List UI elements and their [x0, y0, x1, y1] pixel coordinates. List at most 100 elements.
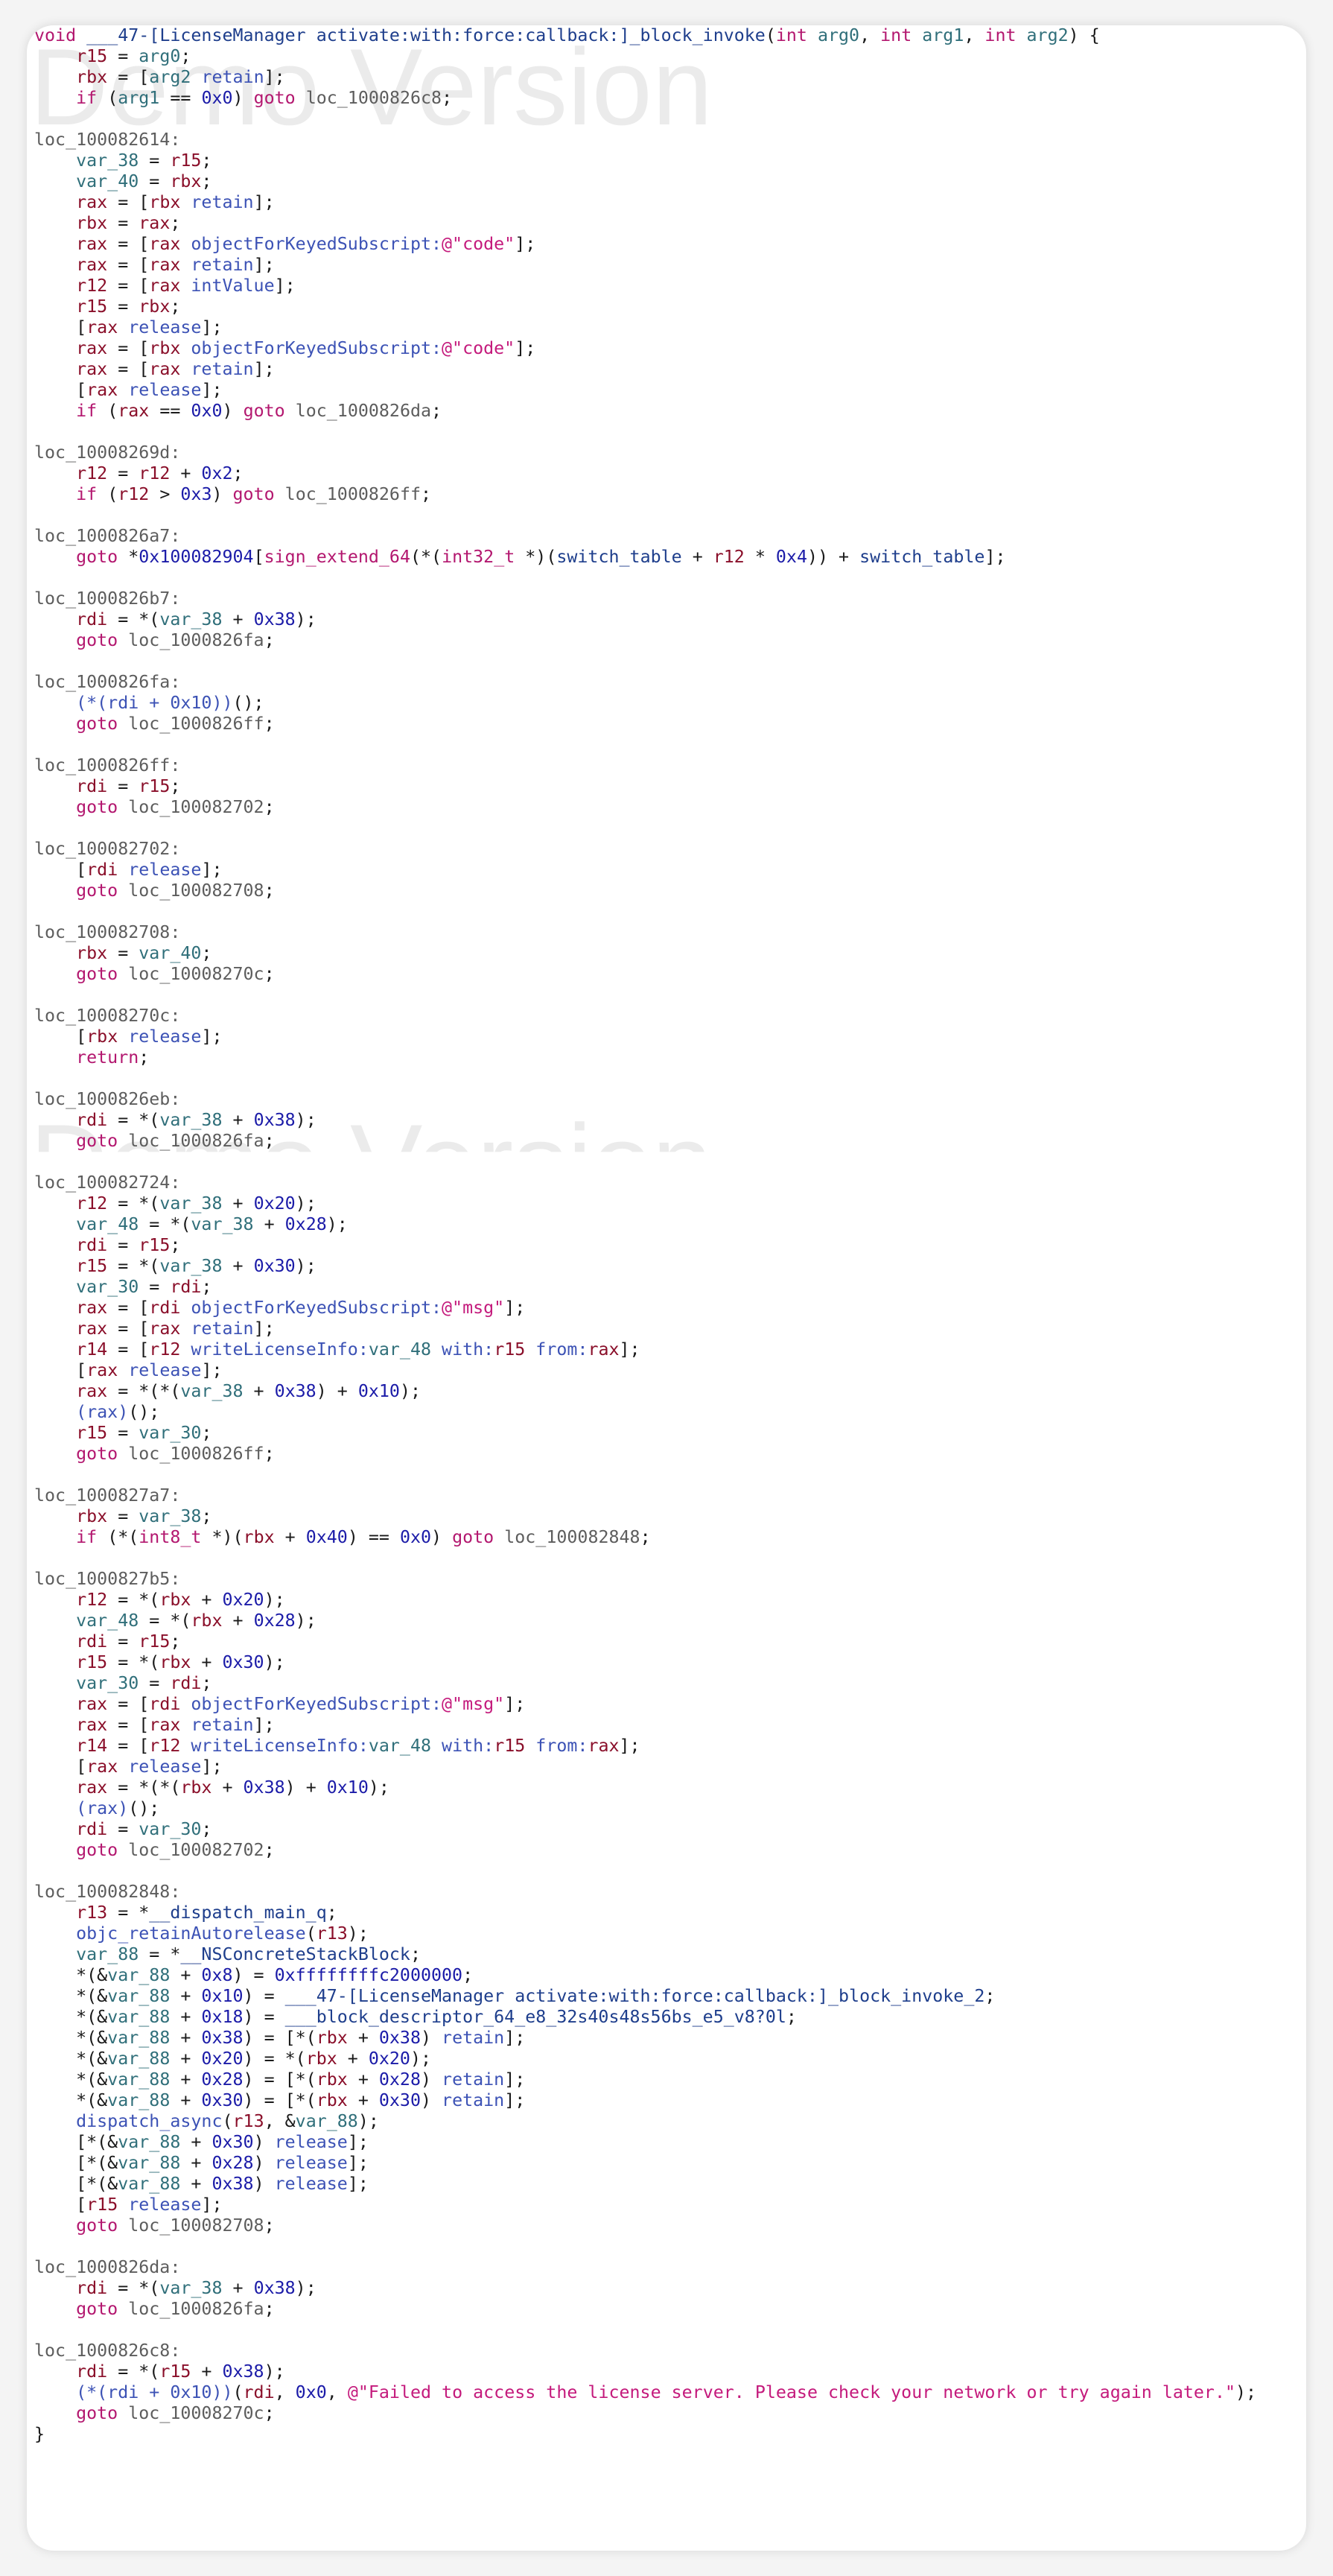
code-line: rax = [rax retain];: [34, 1319, 1300, 1339]
code-token: rbx: [180, 1777, 212, 1798]
code-token: +: [191, 1652, 223, 1672]
code-line: rdi = *(var_38 + 0x38);: [34, 1110, 1300, 1131]
code-token: retain: [442, 2090, 505, 2110]
code-line: r15 = *(var_38 + 0x30);: [34, 1256, 1300, 1277]
code-line: dispatch_async(r13, &var_88);: [34, 2111, 1300, 2132]
code-token: ];: [201, 317, 223, 337]
code-line: rbx = var_38;: [34, 1506, 1300, 1527]
code-line: goto loc_1000826ff;: [34, 714, 1300, 735]
code-line: rdi = *(var_38 + 0x38);: [34, 609, 1300, 630]
code-token: rbx: [149, 338, 181, 358]
code-token: *(&: [34, 1986, 108, 2006]
code-line: rdi = r15;: [34, 1631, 1300, 1652]
code-token: ;: [201, 1506, 212, 1526]
code-token: r12: [139, 463, 171, 483]
code-token: objectForKeyedSubscript:: [191, 1298, 442, 1318]
code-line: r15 = rbx;: [34, 296, 1300, 317]
code-token: *: [118, 547, 139, 567]
code-token: int: [775, 25, 807, 45]
code-token: ;: [264, 630, 275, 650]
code-token: var_88: [76, 1944, 139, 1964]
code-token: ,: [859, 25, 881, 45]
code-token: var_38: [191, 1214, 254, 1234]
code-token: (*(rdi + 0x10)): [76, 2382, 233, 2402]
code-line: [rax release];: [34, 380, 1300, 401]
code-token: var_38: [159, 1110, 223, 1130]
code-token: 0x18: [201, 2007, 244, 2027]
code-token: ();: [232, 693, 264, 713]
code-token: =: [107, 463, 139, 483]
code-line: rax = *(*(rbx + 0x38) + 0x10);: [34, 1777, 1300, 1798]
code-token: ) {: [1068, 25, 1100, 45]
code-line: loc_1000827a7:: [34, 1485, 1300, 1506]
code-token: =: [107, 296, 139, 317]
code-token: ___47-[LicenseManager activate:with:forc…: [284, 1986, 985, 2006]
pseudocode-view[interactable]: void ___47-[LicenseManager activate:with…: [34, 25, 1300, 2445]
code-token: );: [295, 609, 316, 629]
code-token: goto: [253, 88, 296, 108]
code-token: ;: [180, 46, 191, 66]
code-line: var_30 = rdi;: [34, 1673, 1300, 1694]
code-token: if: [76, 401, 98, 421]
code-line: [rbx release];: [34, 1027, 1300, 1047]
code-line: goto *0x100082904[sign_extend_64(*(int32…: [34, 547, 1300, 568]
code-token: = [: [107, 234, 150, 254]
code-token: ];: [253, 359, 275, 379]
code-token: ;: [786, 2007, 797, 2027]
code-token: rax: [76, 255, 108, 275]
code-token: );: [295, 1110, 316, 1130]
code-token: var_88: [107, 2090, 171, 2110]
code-token: = [: [107, 1339, 150, 1360]
code-token: (: [232, 2382, 244, 2402]
code-token: ];: [619, 1339, 640, 1360]
code-token: rdi: [170, 1673, 202, 1693]
code-token: rdi: [76, 1631, 108, 1652]
code-token: 0x30: [222, 1652, 264, 1672]
code-line: goto loc_10008270c;: [34, 2403, 1300, 2424]
code-token: +: [180, 2132, 212, 2152]
code-token: release: [128, 2195, 202, 2215]
code-line: rax = [rbx retain];: [34, 192, 1300, 213]
code-token: release: [128, 317, 202, 337]
code-token: var_88: [118, 2132, 181, 2152]
code-token: ;: [431, 401, 442, 421]
code-token: var_38: [76, 150, 139, 171]
code-token: 0x38: [222, 2361, 264, 2382]
code-token: ) = [*(: [243, 2028, 316, 2048]
code-line: if (arg1 == 0x0) goto loc_1000826c8;: [34, 88, 1300, 109]
code-token: +: [170, 2090, 202, 2110]
code-line: r12 = *(var_38 + 0x20);: [34, 1193, 1300, 1214]
code-token: =: [107, 213, 139, 233]
code-line: loc_1000826fa:: [34, 672, 1300, 693]
code-token: ,: [964, 25, 985, 45]
code-token: 0x28: [378, 2069, 421, 2090]
code-token: var_88: [107, 2028, 171, 2048]
code-line: goto loc_100082702;: [34, 797, 1300, 818]
code-token: r15: [76, 296, 108, 317]
code-token: );: [368, 1777, 389, 1798]
code-token: if: [76, 1527, 98, 1547]
code-token: = *(: [139, 1611, 191, 1631]
code-line: rdi = *(r15 + 0x38);: [34, 2361, 1300, 2382]
code-token: 0x30: [201, 2090, 244, 2110]
code-token: retain: [442, 2069, 505, 2090]
code-token: 0x2: [201, 463, 233, 483]
code-token: (*(rdi + 0x10)): [76, 693, 233, 713]
